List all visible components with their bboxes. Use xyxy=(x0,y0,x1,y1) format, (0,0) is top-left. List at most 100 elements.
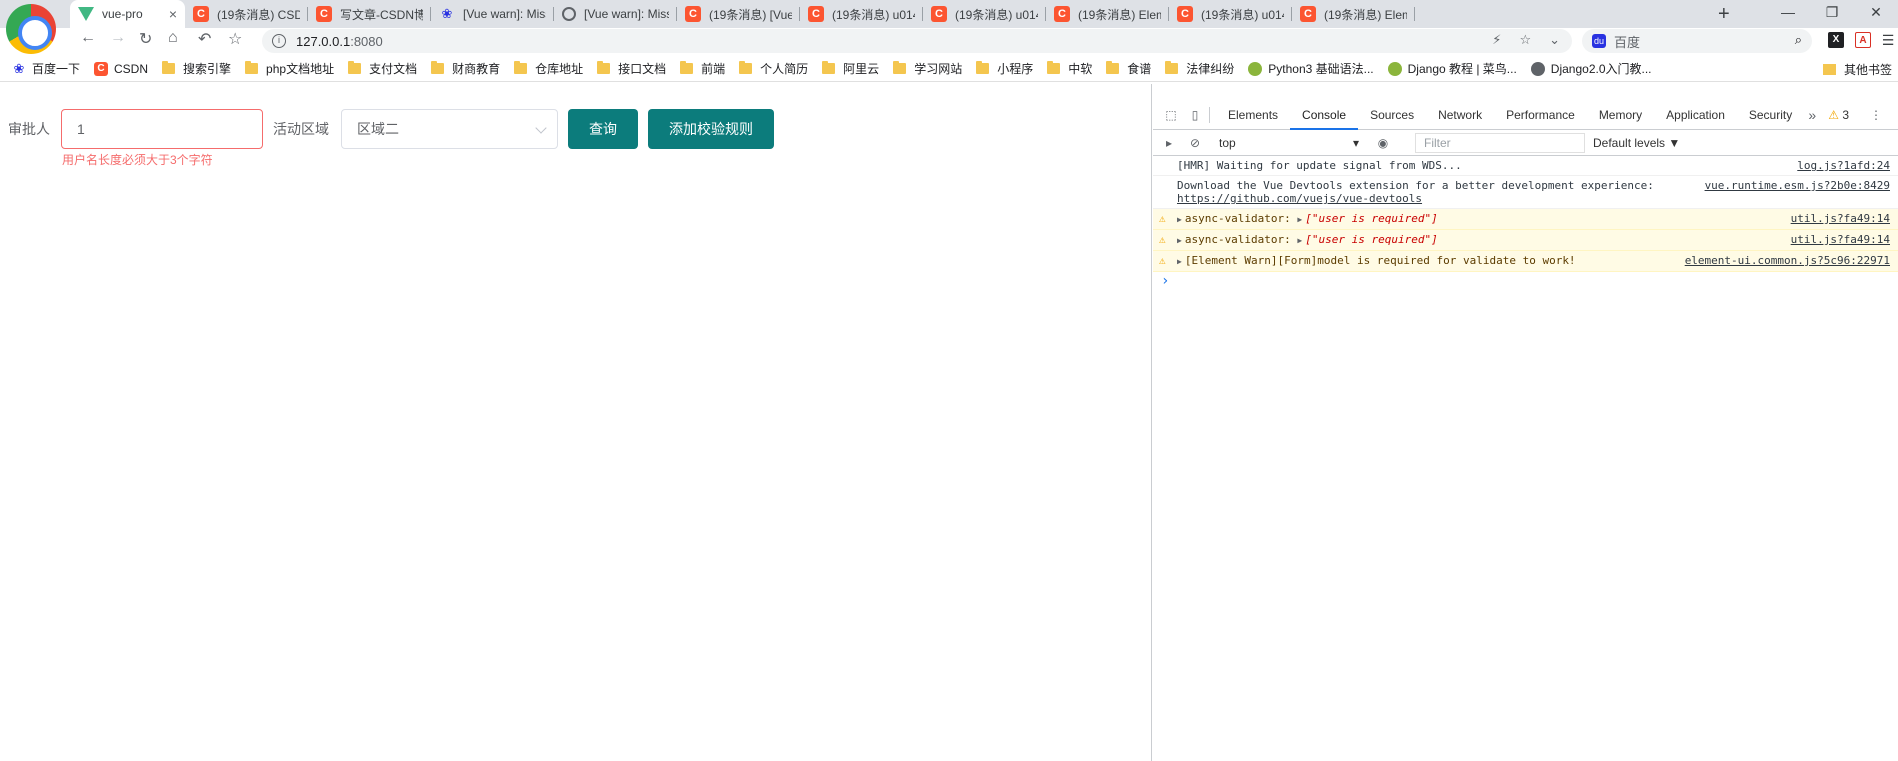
tab-elements[interactable]: Elements xyxy=(1216,100,1290,130)
warning-counter[interactable]: ⚠ 3 xyxy=(1828,108,1849,122)
message-text: Download the Vue Devtools extension for … xyxy=(1177,179,1654,192)
search-input[interactable]: du 百度 ⌕ xyxy=(1582,29,1812,53)
more-tabs-icon[interactable]: » xyxy=(1804,107,1820,123)
close-icon[interactable]: × xyxy=(161,6,177,22)
bookmark-label: 阿里云 xyxy=(843,62,880,76)
add-rule-button[interactable]: 添加校验规则 xyxy=(648,109,774,149)
folder-icon xyxy=(1165,61,1179,74)
log-levels-select[interactable]: Default levels ▼ xyxy=(1593,136,1680,150)
bookmark-item[interactable]: ❀ 百度一下 xyxy=(12,60,80,77)
chevron-down-icon[interactable]: ⌄ xyxy=(1549,32,1560,48)
eye-icon[interactable]: ◉ xyxy=(1375,135,1391,151)
other-bookmarks-label: 其他书签 xyxy=(1843,63,1892,77)
window-close-button[interactable]: ✕ xyxy=(1854,0,1898,28)
tab-security[interactable]: Security xyxy=(1737,100,1804,130)
tab-sources[interactable]: Sources xyxy=(1358,100,1426,130)
home-icon[interactable]: ⌂ xyxy=(168,29,178,47)
bookmark-folder[interactable]: 接口文档 xyxy=(597,60,666,77)
tab-application[interactable]: Application xyxy=(1654,100,1737,130)
context-select[interactable]: top ▾ xyxy=(1219,136,1359,150)
bookmark-folder[interactable]: 个人简历 xyxy=(739,60,808,77)
approver-input[interactable]: 1 xyxy=(61,109,263,149)
new-tab-button[interactable]: + xyxy=(1718,3,1730,26)
reload-icon[interactable]: ↻ xyxy=(139,29,152,49)
bookmark-folder[interactable]: 中软 xyxy=(1047,60,1092,77)
info-icon[interactable]: i xyxy=(272,34,286,48)
star-icon[interactable]: ☆ xyxy=(1519,32,1531,48)
device-toolbar-icon[interactable]: ▯ xyxy=(1187,107,1203,123)
tab[interactable]: C (19条消息) CSDN博 xyxy=(185,0,308,28)
tab-network[interactable]: Network xyxy=(1426,100,1494,130)
search-icon[interactable]: ⌕ xyxy=(1795,32,1802,48)
devtools-link[interactable]: https://github.com/vuejs/vue-devtools xyxy=(1177,192,1422,205)
expand-caret-icon[interactable]: ▶ xyxy=(1297,236,1302,245)
forward-icon[interactable]: → xyxy=(110,29,126,47)
inspect-icon[interactable]: ⬚ xyxy=(1163,107,1179,123)
menu-icon[interactable]: ☰ xyxy=(1880,32,1896,48)
bookmark-folder[interactable]: 仓库地址 xyxy=(514,60,583,77)
address-bar[interactable]: i 127.0.0.1:8080 ⚡ ☆ ⌄ xyxy=(262,29,1572,53)
expand-caret-icon[interactable]: ▶ xyxy=(1177,236,1182,245)
source-link[interactable]: util.js?fa49:14 xyxy=(1791,233,1890,246)
minimize-button[interactable]: — xyxy=(1766,0,1810,28)
bookmark-folder[interactable]: 搜索引擎 xyxy=(162,60,231,77)
expand-caret-icon[interactable]: ▶ xyxy=(1177,257,1182,266)
bookmark-item[interactable]: Django 教程 | 菜鸟... xyxy=(1387,60,1517,77)
bookmark-folder[interactable]: 食谱 xyxy=(1106,60,1151,77)
bookmark-item[interactable]: Python3 基础语法... xyxy=(1248,60,1374,77)
bookmark-folder[interactable]: 阿里云 xyxy=(822,60,879,77)
tab[interactable]: [Vue warn]: Missin xyxy=(554,0,677,28)
tab[interactable]: C (19条消息) Elemen xyxy=(1046,0,1169,28)
undo-icon[interactable]: ↶ xyxy=(198,29,211,49)
tab-performance[interactable]: Performance xyxy=(1494,100,1587,130)
source-link[interactable]: element-ui.common.js?5c96:22971 xyxy=(1685,254,1890,267)
folder-icon xyxy=(1047,61,1061,74)
sidebar-toggle-icon[interactable]: ▸ xyxy=(1161,135,1177,151)
bookmark-folder[interactable]: 支付文档 xyxy=(348,60,417,77)
tab-vue-pro[interactable]: vue-pro × xyxy=(70,0,185,28)
bookmark-folder[interactable]: 小程序 xyxy=(976,60,1033,77)
source-link[interactable]: log.js?1afd:24 xyxy=(1797,159,1890,172)
tab[interactable]: C (19条消息) u01426 xyxy=(923,0,1046,28)
clear-console-icon[interactable]: ⊘ xyxy=(1187,135,1203,151)
bookmark-folder[interactable]: 前端 xyxy=(680,60,725,77)
bookmark-item[interactable]: C CSDN xyxy=(94,61,148,76)
console-prompt[interactable]: › xyxy=(1153,272,1898,290)
tab-title: (19条消息) Eleme xyxy=(1324,7,1407,22)
back-icon[interactable]: ← xyxy=(80,29,96,47)
query-button[interactable]: 查询 xyxy=(568,109,638,149)
other-bookmarks[interactable]: 其他书签 xyxy=(1822,61,1892,78)
expand-caret-icon[interactable]: ▶ xyxy=(1297,215,1302,224)
extension-pdf-icon[interactable]: A xyxy=(1855,32,1871,48)
tab[interactable]: C (19条消息) [Vue w xyxy=(677,0,800,28)
source-link[interactable]: util.js?fa49:14 xyxy=(1791,212,1890,225)
bookmark-folder[interactable]: 学习网站 xyxy=(893,60,962,77)
tab[interactable]: ❀ [Vue warn]: Missin xyxy=(431,0,554,28)
expand-caret-icon[interactable]: ▶ xyxy=(1177,215,1182,224)
bookmark-item[interactable]: Django2.0入门教... xyxy=(1530,60,1652,77)
source-link[interactable]: vue.runtime.esm.js?2b0e:8429 xyxy=(1705,179,1890,192)
tab-separator xyxy=(1414,7,1415,21)
csdn-icon: C xyxy=(316,6,332,22)
vue-icon xyxy=(78,7,94,21)
tab-memory[interactable]: Memory xyxy=(1587,100,1654,130)
restore-button[interactable]: ❐ xyxy=(1810,0,1854,28)
folder-icon xyxy=(893,61,907,74)
globe-icon xyxy=(1530,61,1545,76)
bookmark-folder[interactable]: 法律纠纷 xyxy=(1165,60,1234,77)
bookmark-label: Python3 基础语法... xyxy=(1268,62,1374,76)
console-message: Download the Vue Devtools extension for … xyxy=(1153,176,1898,209)
region-select[interactable]: 区域二 xyxy=(341,109,558,149)
tab[interactable]: C (19条消息) Eleme xyxy=(1292,0,1415,28)
lightning-icon[interactable]: ⚡ xyxy=(1492,32,1501,48)
console-filter-input[interactable]: Filter xyxy=(1415,132,1585,153)
bookmark-star-icon[interactable]: ☆ xyxy=(228,29,242,49)
tab-console[interactable]: Console xyxy=(1290,100,1359,130)
tab[interactable]: C 写文章-CSDN博客 xyxy=(308,0,431,28)
tab[interactable]: C (19条消息) u01426 xyxy=(800,0,923,28)
bookmark-folder[interactable]: 财商教育 xyxy=(431,60,500,77)
tab[interactable]: C (19条消息) u01426 xyxy=(1169,0,1292,28)
devtools-menu-icon[interactable]: ⋮ xyxy=(1868,107,1884,123)
bookmark-folder[interactable]: php文档地址 xyxy=(245,60,334,77)
extension-x-icon[interactable]: X xyxy=(1828,32,1844,48)
